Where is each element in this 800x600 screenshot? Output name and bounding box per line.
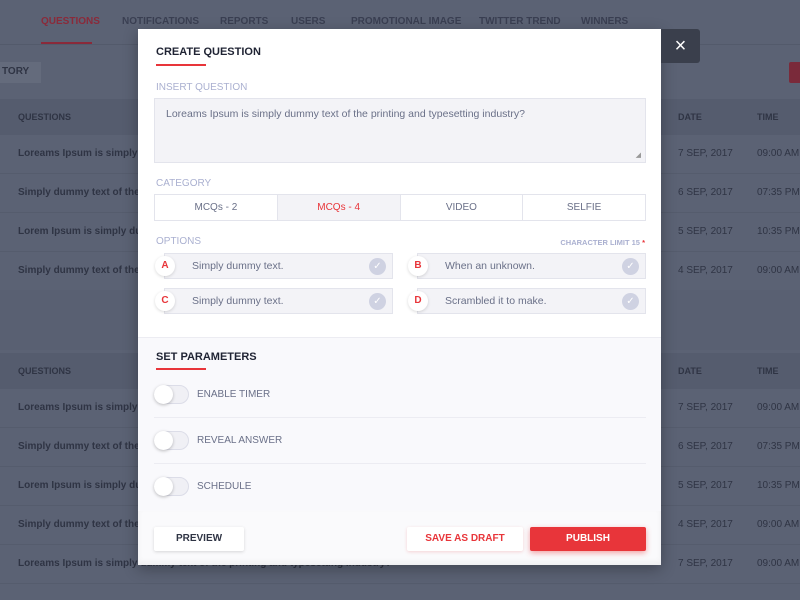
tab-questions[interactable]: QUESTIONS (41, 16, 100, 27)
row-date: 7 SEP, 2017 (678, 558, 733, 569)
row-date: 6 SEP, 2017 (678, 441, 733, 452)
category-selfie[interactable]: SELFIE (523, 195, 645, 220)
option-text: When an unknown. (445, 260, 535, 272)
params-title: SET PARAMETERS (156, 351, 257, 363)
publish-button[interactable]: PUBLISH (530, 527, 646, 551)
active-tab-indicator (41, 42, 92, 44)
character-limit-text: CHARACTER LIMIT 15 (560, 238, 640, 247)
row-time: 09:00 AM (757, 519, 800, 530)
close-icon[interactable]: × (661, 29, 700, 63)
option-text: Simply dummy text. (192, 295, 284, 307)
param-toggle[interactable] (154, 385, 189, 404)
header-questions: QUESTIONS (18, 112, 72, 122)
category-mcqs-2[interactable]: MCQs - 2 (155, 195, 278, 220)
row-time: 07:35 PM (757, 441, 800, 452)
row-time: 09:00 AM (757, 265, 800, 276)
row-question: Simply dummy text of the (18, 265, 140, 276)
row-date: 6 SEP, 2017 (678, 187, 733, 198)
insert-question-label: INSERT QUESTION (156, 82, 248, 93)
params-underline (156, 368, 206, 370)
row-time: 07:35 PM (757, 187, 800, 198)
parameters-section: SET PARAMETERS ENABLE TIMER REVEAL ANSWER… (138, 337, 661, 511)
row-date: 5 SEP, 2017 (678, 480, 733, 491)
create-question-modal: CREATE QUESTION INSERT QUESTION Loreams … (138, 29, 661, 565)
row-date: 7 SEP, 2017 (678, 402, 733, 413)
character-limit: CHARACTER LIMIT 15 * (560, 238, 645, 247)
row-question: Simply dummy text of the (18, 187, 140, 198)
option-letter: A (155, 256, 175, 276)
required-mark: * (642, 238, 645, 247)
option-letter: B (408, 256, 428, 276)
tab-promotional-image[interactable]: PROMOTIONAL IMAGE (351, 16, 461, 27)
param-row: REVEAL ANSWER (154, 421, 646, 464)
resize-handle-icon[interactable]: ◢ (636, 151, 641, 159)
param-toggle[interactable] (154, 431, 189, 450)
history-button[interactable]: TORY (0, 62, 41, 83)
tab-users[interactable]: USERS (291, 16, 325, 27)
row-question: Loreams Ipsum is simply (18, 402, 138, 413)
param-label: ENABLE TIMER (197, 389, 271, 400)
check-icon[interactable]: ✓ (369, 258, 386, 275)
param-toggle[interactable] (154, 477, 189, 496)
row-time: 10:35 PM (757, 226, 800, 237)
row-time: 09:00 AM (757, 402, 800, 413)
param-label: REVEAL ANSWER (197, 435, 283, 446)
row-date: 5 SEP, 2017 (678, 226, 733, 237)
category-video[interactable]: VIDEO (401, 195, 524, 220)
question-textarea[interactable]: Loreams Ipsum is simply dummy text of th… (154, 98, 646, 163)
row-question: Simply dummy text of the (18, 441, 140, 452)
row-date: 4 SEP, 2017 (678, 519, 733, 530)
option-text: Scrambled it to make. (445, 295, 547, 307)
option-c-input[interactable]: C Simply dummy text. ✓ (155, 288, 393, 314)
row-question: Loreams Ipsum is simply (18, 148, 138, 159)
option-a-input[interactable]: A Simply dummy text. ✓ (155, 253, 393, 279)
modal-footer: PREVIEW SAVE AS DRAFT PUBLISH (138, 511, 661, 565)
header-time: TIME (757, 112, 779, 122)
row-time: 09:00 AM (757, 148, 800, 159)
category-selector: MCQs - 2 MCQs - 4 VIDEO SELFIE (154, 194, 646, 221)
row-question: Simply dummy text of the (18, 519, 140, 530)
save-draft-button[interactable]: SAVE AS DRAFT (407, 527, 523, 551)
toggle-knob (154, 431, 173, 450)
check-icon[interactable]: ✓ (622, 258, 639, 275)
title-underline (156, 64, 206, 66)
row-question: Lorem Ipsum is simply du (18, 480, 142, 491)
header-time: TIME (757, 366, 779, 376)
row-date: 4 SEP, 2017 (678, 265, 733, 276)
option-letter: D (408, 291, 428, 311)
preview-button[interactable]: PREVIEW (154, 527, 244, 551)
tab-twitter-trend[interactable]: TWITTER TREND (479, 16, 561, 27)
param-label: SCHEDULE (197, 481, 252, 492)
option-letter: C (155, 291, 175, 311)
question-text: Loreams Ipsum is simply dummy text of th… (166, 108, 525, 120)
options-label: OPTIONS (156, 236, 202, 247)
modal-title: CREATE QUESTION (156, 46, 261, 58)
add-button[interactable] (789, 62, 800, 83)
row-time: 10:35 PM (757, 480, 800, 491)
toggle-knob (154, 477, 173, 496)
tab-notifications[interactable]: NOTIFICATIONS (122, 16, 199, 27)
param-row: ENABLE TIMER (154, 375, 646, 418)
header-date: DATE (678, 366, 702, 376)
check-icon[interactable]: ✓ (622, 293, 639, 310)
tab-reports[interactable]: REPORTS (220, 16, 268, 27)
option-d-input[interactable]: D Scrambled it to make. ✓ (408, 288, 646, 314)
header-date: DATE (678, 112, 702, 122)
row-date: 7 SEP, 2017 (678, 148, 733, 159)
tab-winners[interactable]: WINNERS (581, 16, 628, 27)
check-icon[interactable]: ✓ (369, 293, 386, 310)
toggle-knob (154, 385, 173, 404)
header-questions: QUESTIONS (18, 366, 72, 376)
option-b-input[interactable]: B When an unknown. ✓ (408, 253, 646, 279)
category-mcqs-4[interactable]: MCQs - 4 (277, 195, 401, 220)
row-question: Lorem Ipsum is simply du (18, 226, 142, 237)
option-text: Simply dummy text. (192, 260, 284, 272)
row-time: 09:00 AM (757, 558, 800, 569)
category-label: CATEGORY (156, 178, 212, 189)
param-row: SCHEDULE (154, 467, 646, 510)
